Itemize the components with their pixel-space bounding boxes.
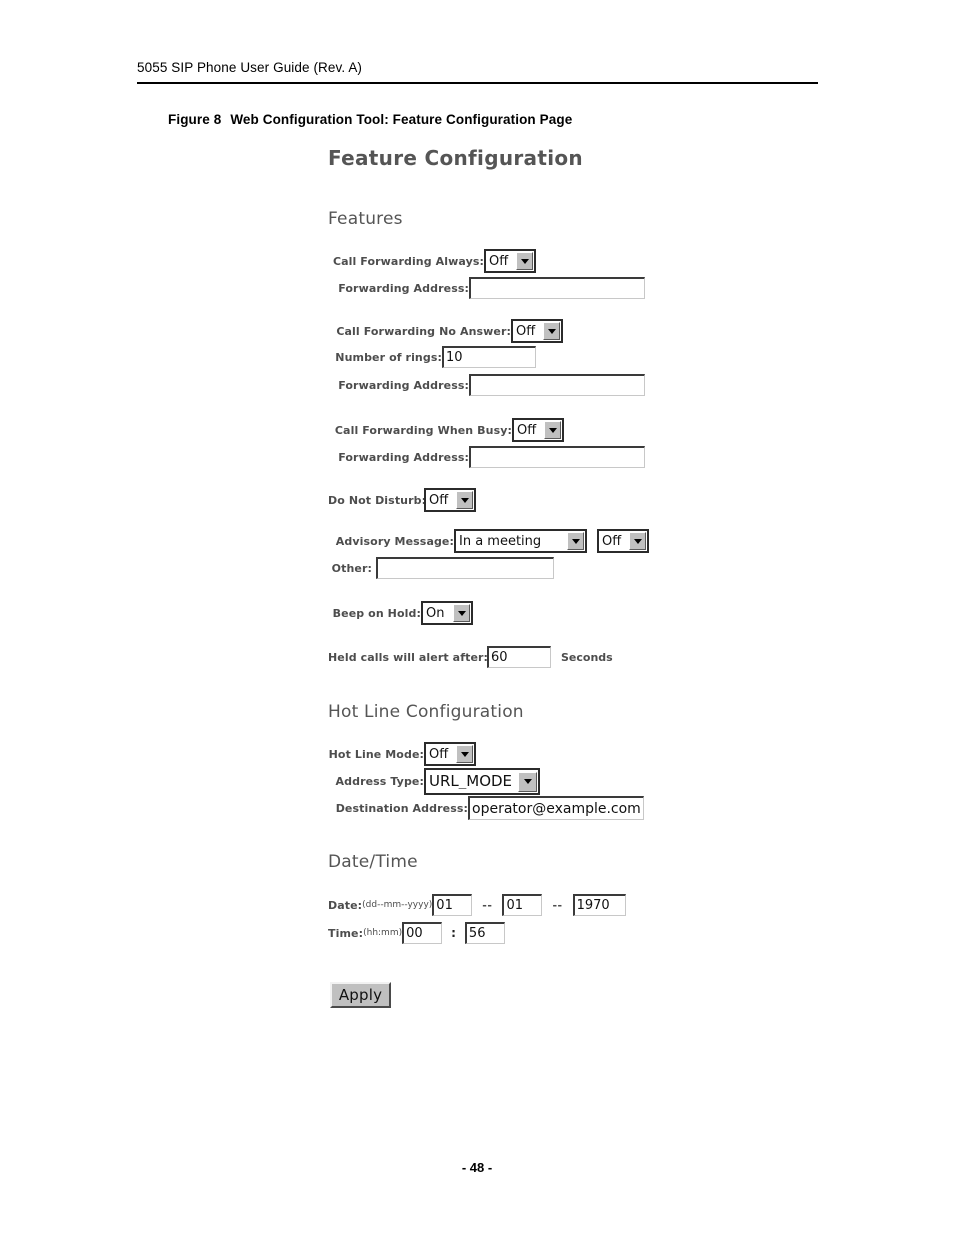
input-cfa-forwarding-address[interactable] xyxy=(469,277,645,299)
select-advisory-message-value: In a meeting xyxy=(459,534,542,548)
row-advisory-other: Other: xyxy=(328,557,554,579)
select-do-not-disturb-value: Off xyxy=(429,493,449,507)
select-call-forwarding-when-busy[interactable]: Off xyxy=(512,418,564,442)
label-date: Date: xyxy=(328,898,363,912)
label-time-format-hint: (hh:mm) xyxy=(363,928,403,938)
label-advisory-other: Other: xyxy=(331,561,372,575)
label-call-forwarding-always: Call Forwarding Always: xyxy=(332,254,484,268)
row-cfa-forwarding-address: Forwarding Address: xyxy=(328,277,645,299)
label-call-forwarding-when-busy: Call Forwarding When Busy: xyxy=(334,423,512,437)
web-configuration-tool-screenshot: Feature Configuration Features Call Forw… xyxy=(0,0,954,1235)
chevron-down-icon xyxy=(629,532,646,550)
select-hot-line-mode-value: Off xyxy=(429,747,449,761)
row-destination-address: Destination Address: operator@example.co… xyxy=(328,796,644,820)
label-call-forwarding-no-answer: Call Forwarding No Answer: xyxy=(336,324,511,338)
input-time-hours[interactable]: 00 xyxy=(402,922,443,944)
select-beep-on-hold-value: On xyxy=(426,606,445,620)
row-number-of-rings: Number of rings: 10 xyxy=(328,346,536,368)
chevron-down-icon xyxy=(544,421,561,439)
row-time: Time: (hh:mm) 00 : 56 xyxy=(328,922,505,944)
row-call-forwarding-when-busy: Call Forwarding When Busy: Off xyxy=(328,418,564,442)
input-cfna-forwarding-address[interactable] xyxy=(469,374,645,396)
chevron-down-icon xyxy=(543,322,560,340)
chevron-down-icon xyxy=(456,491,473,509)
label-do-not-disturb: Do Not Disturb: xyxy=(328,493,427,507)
page-number: - 48 - xyxy=(461,1160,493,1175)
row-cfb-forwarding-address: Forwarding Address: xyxy=(328,446,645,468)
row-beep-on-hold: Beep on Hold: On xyxy=(328,601,473,625)
section-heading-features: Features xyxy=(328,209,403,229)
select-call-forwarding-when-busy-value: Off xyxy=(517,423,537,437)
select-address-type[interactable]: URL_MODE xyxy=(424,768,540,795)
input-held-calls-alert[interactable]: 60 xyxy=(487,646,551,668)
label-cfna-forwarding-address: Forwarding Address: xyxy=(338,378,469,392)
label-cfb-forwarding-address: Forwarding Address: xyxy=(338,450,469,464)
select-beep-on-hold[interactable]: On xyxy=(421,601,473,625)
label-destination-address: Destination Address: xyxy=(335,801,468,815)
section-heading-date-time: Date/Time xyxy=(328,852,418,872)
time-separator: : xyxy=(451,926,456,940)
select-call-forwarding-always-value: Off xyxy=(489,254,509,268)
chevron-down-icon xyxy=(456,745,473,763)
input-cfb-forwarding-address[interactable] xyxy=(469,446,645,468)
row-cfna-forwarding-address: Forwarding Address: xyxy=(328,374,645,396)
section-heading-hot-line: Hot Line Configuration xyxy=(328,702,524,722)
select-address-type-value: URL_MODE xyxy=(429,774,513,789)
label-cfa-forwarding-address: Forwarding Address: xyxy=(338,281,469,295)
chevron-down-icon xyxy=(518,771,537,792)
page-title: Feature Configuration xyxy=(328,146,583,170)
row-call-forwarding-always: Call Forwarding Always: Off xyxy=(328,249,536,273)
input-advisory-other[interactable] xyxy=(376,557,554,579)
label-number-of-rings: Number of rings: xyxy=(335,350,442,364)
select-call-forwarding-always[interactable]: Off xyxy=(484,249,536,273)
label-hot-line-mode: Hot Line Mode: xyxy=(328,747,424,761)
select-hot-line-mode[interactable]: Off xyxy=(424,742,476,766)
label-date-format-hint: (dd--mm--yyyy) xyxy=(362,900,433,910)
label-advisory-message: Advisory Message: xyxy=(335,534,454,548)
label-address-type: Address Type: xyxy=(335,775,424,788)
row-held-calls-alert: Held calls will alert after: 60 Seconds xyxy=(328,646,613,668)
date-separator-1: -- xyxy=(482,898,493,912)
row-date: Date: (dd--mm--yyyy) 01 -- 01 -- 1970 xyxy=(328,894,626,916)
row-hot-line-mode: Hot Line Mode: Off xyxy=(328,742,476,766)
select-call-forwarding-no-answer-value: Off xyxy=(516,324,536,338)
chevron-down-icon xyxy=(516,252,533,270)
label-held-calls-alert: Held calls will alert after: xyxy=(328,650,489,664)
input-date-year[interactable]: 1970 xyxy=(572,894,626,916)
label-time: Time: xyxy=(328,926,364,940)
row-call-forwarding-no-answer: Call Forwarding No Answer: Off xyxy=(328,319,563,343)
input-date-month[interactable]: 01 xyxy=(502,894,543,916)
input-destination-address[interactable]: operator@example.com xyxy=(468,796,644,820)
select-advisory-message-toggle-value: Off xyxy=(602,534,622,548)
select-advisory-message[interactable]: In a meeting xyxy=(454,529,587,553)
input-number-of-rings[interactable]: 10 xyxy=(442,346,536,368)
chevron-down-icon xyxy=(567,532,584,550)
row-do-not-disturb: Do Not Disturb: Off xyxy=(328,488,476,512)
select-advisory-message-toggle[interactable]: Off xyxy=(597,529,649,553)
input-date-day[interactable]: 01 xyxy=(432,894,473,916)
date-separator-2: -- xyxy=(552,898,563,912)
label-beep-on-hold: Beep on Hold: xyxy=(332,606,421,620)
row-address-type: Address Type: URL_MODE xyxy=(328,768,540,795)
row-advisory-message: Advisory Message: In a meeting Off xyxy=(328,529,649,553)
select-do-not-disturb[interactable]: Off xyxy=(424,488,476,512)
select-call-forwarding-no-answer[interactable]: Off xyxy=(511,319,563,343)
label-held-calls-alert-units: Seconds xyxy=(561,650,613,664)
chevron-down-icon xyxy=(453,604,470,622)
apply-button[interactable]: Apply xyxy=(330,982,391,1008)
input-time-minutes[interactable]: 56 xyxy=(464,922,505,944)
